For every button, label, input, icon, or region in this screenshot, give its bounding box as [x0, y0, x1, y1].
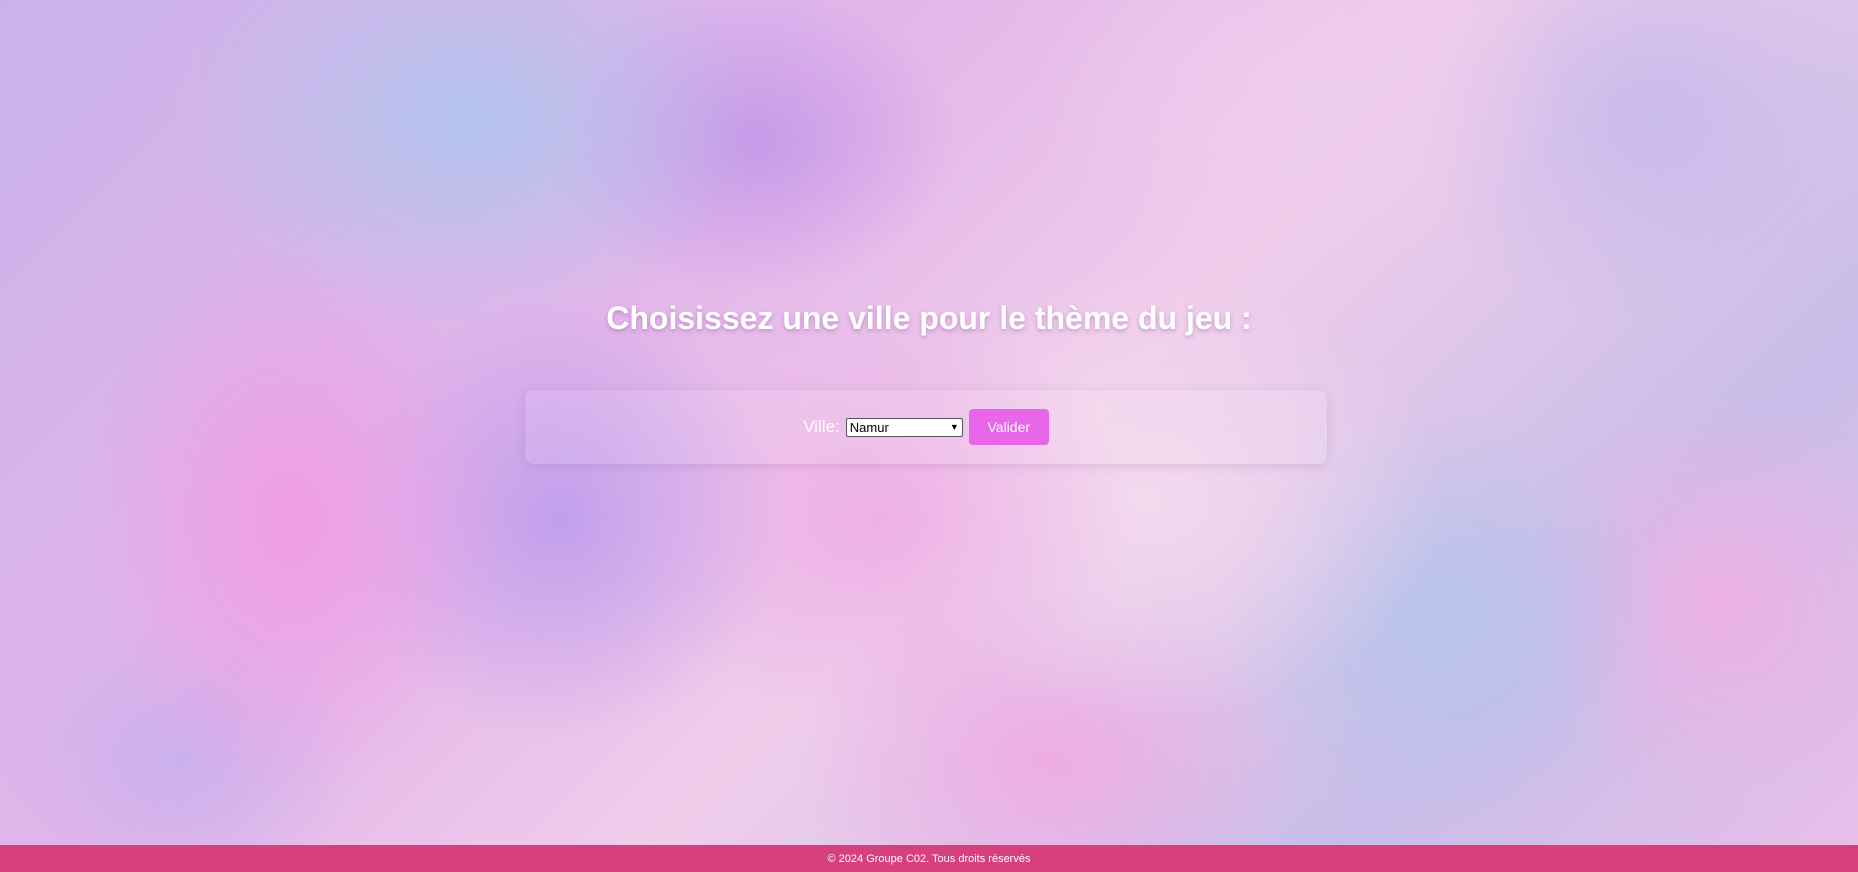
valider-button[interactable]: Valider	[968, 409, 1049, 445]
page-title: Choisissez une ville pour le thème du je…	[606, 300, 1252, 336]
city-form: Ville: Namur ▼ Valider	[525, 390, 1327, 464]
ville-label: Ville:	[803, 417, 840, 436]
ville-select[interactable]: Namur ▼	[845, 417, 963, 437]
footer-copyright: © 2024 Groupe C02. Tous droits réservés	[827, 852, 1031, 865]
ville-selected-value: Namur	[849, 419, 889, 435]
page-background: Choisissez une ville pour le thème du je…	[0, 0, 1858, 872]
footer: © 2024 Groupe C02. Tous droits réservés	[0, 845, 1858, 872]
chevron-down-icon: ▼	[949, 422, 959, 432]
